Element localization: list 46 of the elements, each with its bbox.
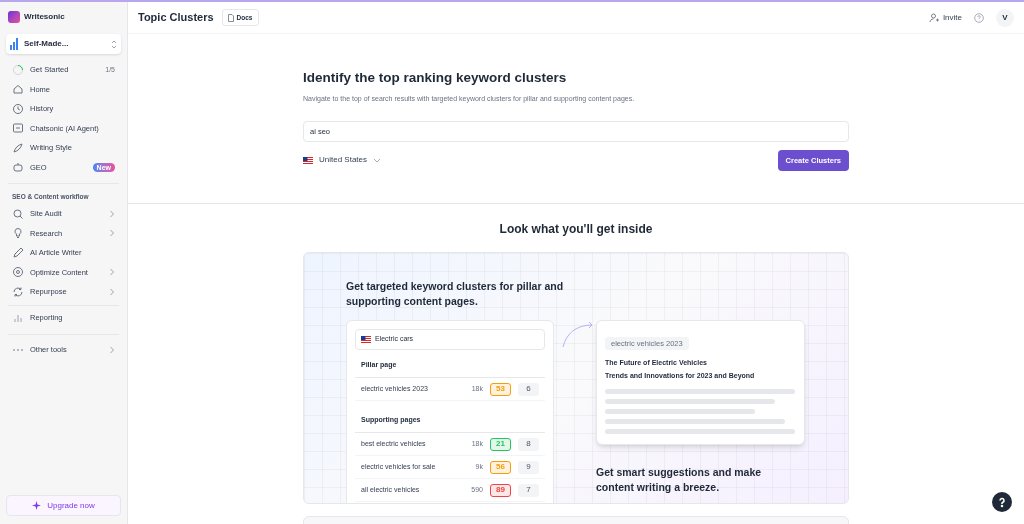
chevron-right-icon (109, 287, 115, 296)
user-avatar[interactable]: V (996, 8, 1014, 27)
lightbulb-icon (12, 227, 24, 240)
score-badge: 21 (490, 437, 511, 451)
add-user-icon (928, 12, 939, 23)
bar-chart-icon (12, 312, 24, 324)
sparkle-icon (32, 501, 42, 510)
flag-icon (361, 336, 371, 343)
count-badge: 7 (518, 483, 539, 497)
bars-icon (10, 38, 18, 50)
chat-window-icon (12, 122, 24, 135)
chevron-right-icon (109, 268, 115, 277)
invite-button[interactable]: Invite (928, 11, 962, 24)
chevron-right-icon (109, 346, 115, 354)
count-badge: 8 (518, 437, 539, 451)
refresh-icon (12, 285, 24, 298)
score-badge: 56 (490, 460, 511, 474)
logo-icon (8, 11, 20, 23)
hero-title: Identify the top ranking keyword clusters (303, 69, 568, 87)
chevron-right-icon (109, 229, 115, 238)
pencil-icon (12, 246, 24, 259)
up-down-icon (111, 39, 117, 49)
upgrade-button[interactable]: Upgrade now (6, 495, 121, 516)
preview-headline: Get targeted keyword clusters for pillar and supporting content pages. (346, 279, 565, 309)
flag-icon (303, 156, 313, 164)
country-dropdown[interactable]: United States (303, 154, 382, 167)
section-title: Look what you'll get inside (498, 221, 654, 238)
progress-ring-icon (12, 63, 24, 76)
page-title: Topic Clusters (138, 10, 214, 26)
count-badge: 9 (518, 460, 539, 474)
help-icon (996, 496, 1008, 508)
score-badge: 53 (490, 382, 511, 396)
document-icon (227, 13, 234, 22)
help-button[interactable] (992, 492, 1012, 512)
score-badge: 89 (490, 483, 511, 497)
chevron-down-icon (373, 157, 382, 163)
target-icon (12, 266, 24, 279)
search-icon (12, 207, 24, 220)
count-badge: 6 (518, 382, 539, 396)
chevron-right-icon (109, 209, 115, 218)
dots-icon (12, 348, 24, 352)
house-icon (12, 83, 24, 96)
preview-caption: Get smart suggestions and make content writing a breeze. (596, 465, 763, 495)
clock-icon (12, 102, 24, 115)
workspace-selector[interactable]: Self-Made... (6, 34, 121, 54)
brand-name: Writesonic (24, 11, 65, 23)
